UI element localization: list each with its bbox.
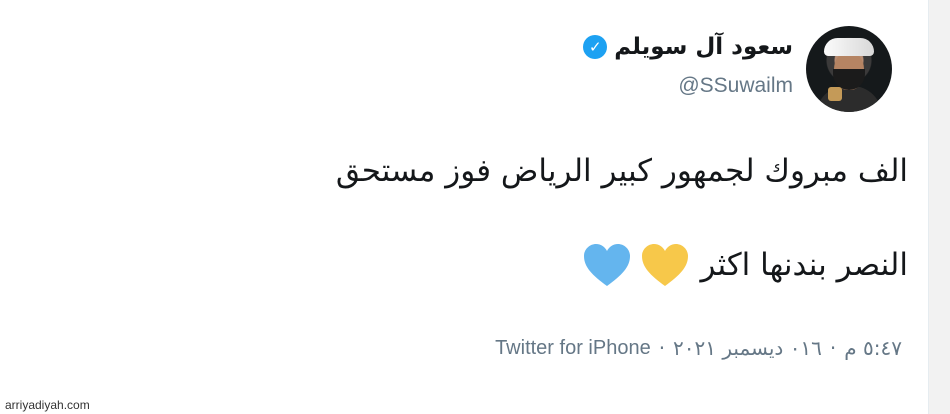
meta-separator-2: ·	[658, 336, 666, 360]
emoji-group	[582, 242, 690, 288]
tweet-text: الف مبروك لجمهور كبير الرياض فوز مستحق ا…	[118, 150, 908, 288]
yellow-heart-icon	[642, 244, 689, 286]
avatar-cup	[828, 87, 842, 101]
tweet-time[interactable]: ٥:٤٧ م	[844, 336, 902, 360]
profile-avatar[interactable]	[806, 26, 892, 112]
blue-heart-icon	[584, 244, 631, 286]
verified-badge-icon: ✓	[583, 35, 608, 59]
author-name-row[interactable]: سعود آل سويلم ✓	[583, 34, 793, 60]
tweet-line-1: الف مبروك لجمهور كبير الرياض فوز مستحق	[335, 153, 908, 189]
avatar-headdress	[824, 38, 874, 56]
display-name[interactable]: سعود آل سويلم	[614, 34, 793, 60]
meta-separator: ·	[829, 336, 837, 360]
tweet-date[interactable]: ٠١٦ ديسمبر ٢٠٢١	[673, 336, 822, 360]
author-handle[interactable]: @SSuwailm	[678, 74, 793, 98]
site-watermark: arriyadiyah.com	[5, 398, 90, 412]
page-edge	[929, 0, 950, 414]
tweet-meta: ٥:٤٧ م · ٠١٦ ديسمبر ٢٠٢١ · Twitter for i…	[495, 336, 902, 360]
tweet-line-2-row: النصر بندنها اكثر	[118, 242, 908, 288]
tweet-source[interactable]: Twitter for iPhone	[495, 337, 651, 360]
tweet-line-2: النصر بندنها اكثر	[700, 247, 908, 283]
